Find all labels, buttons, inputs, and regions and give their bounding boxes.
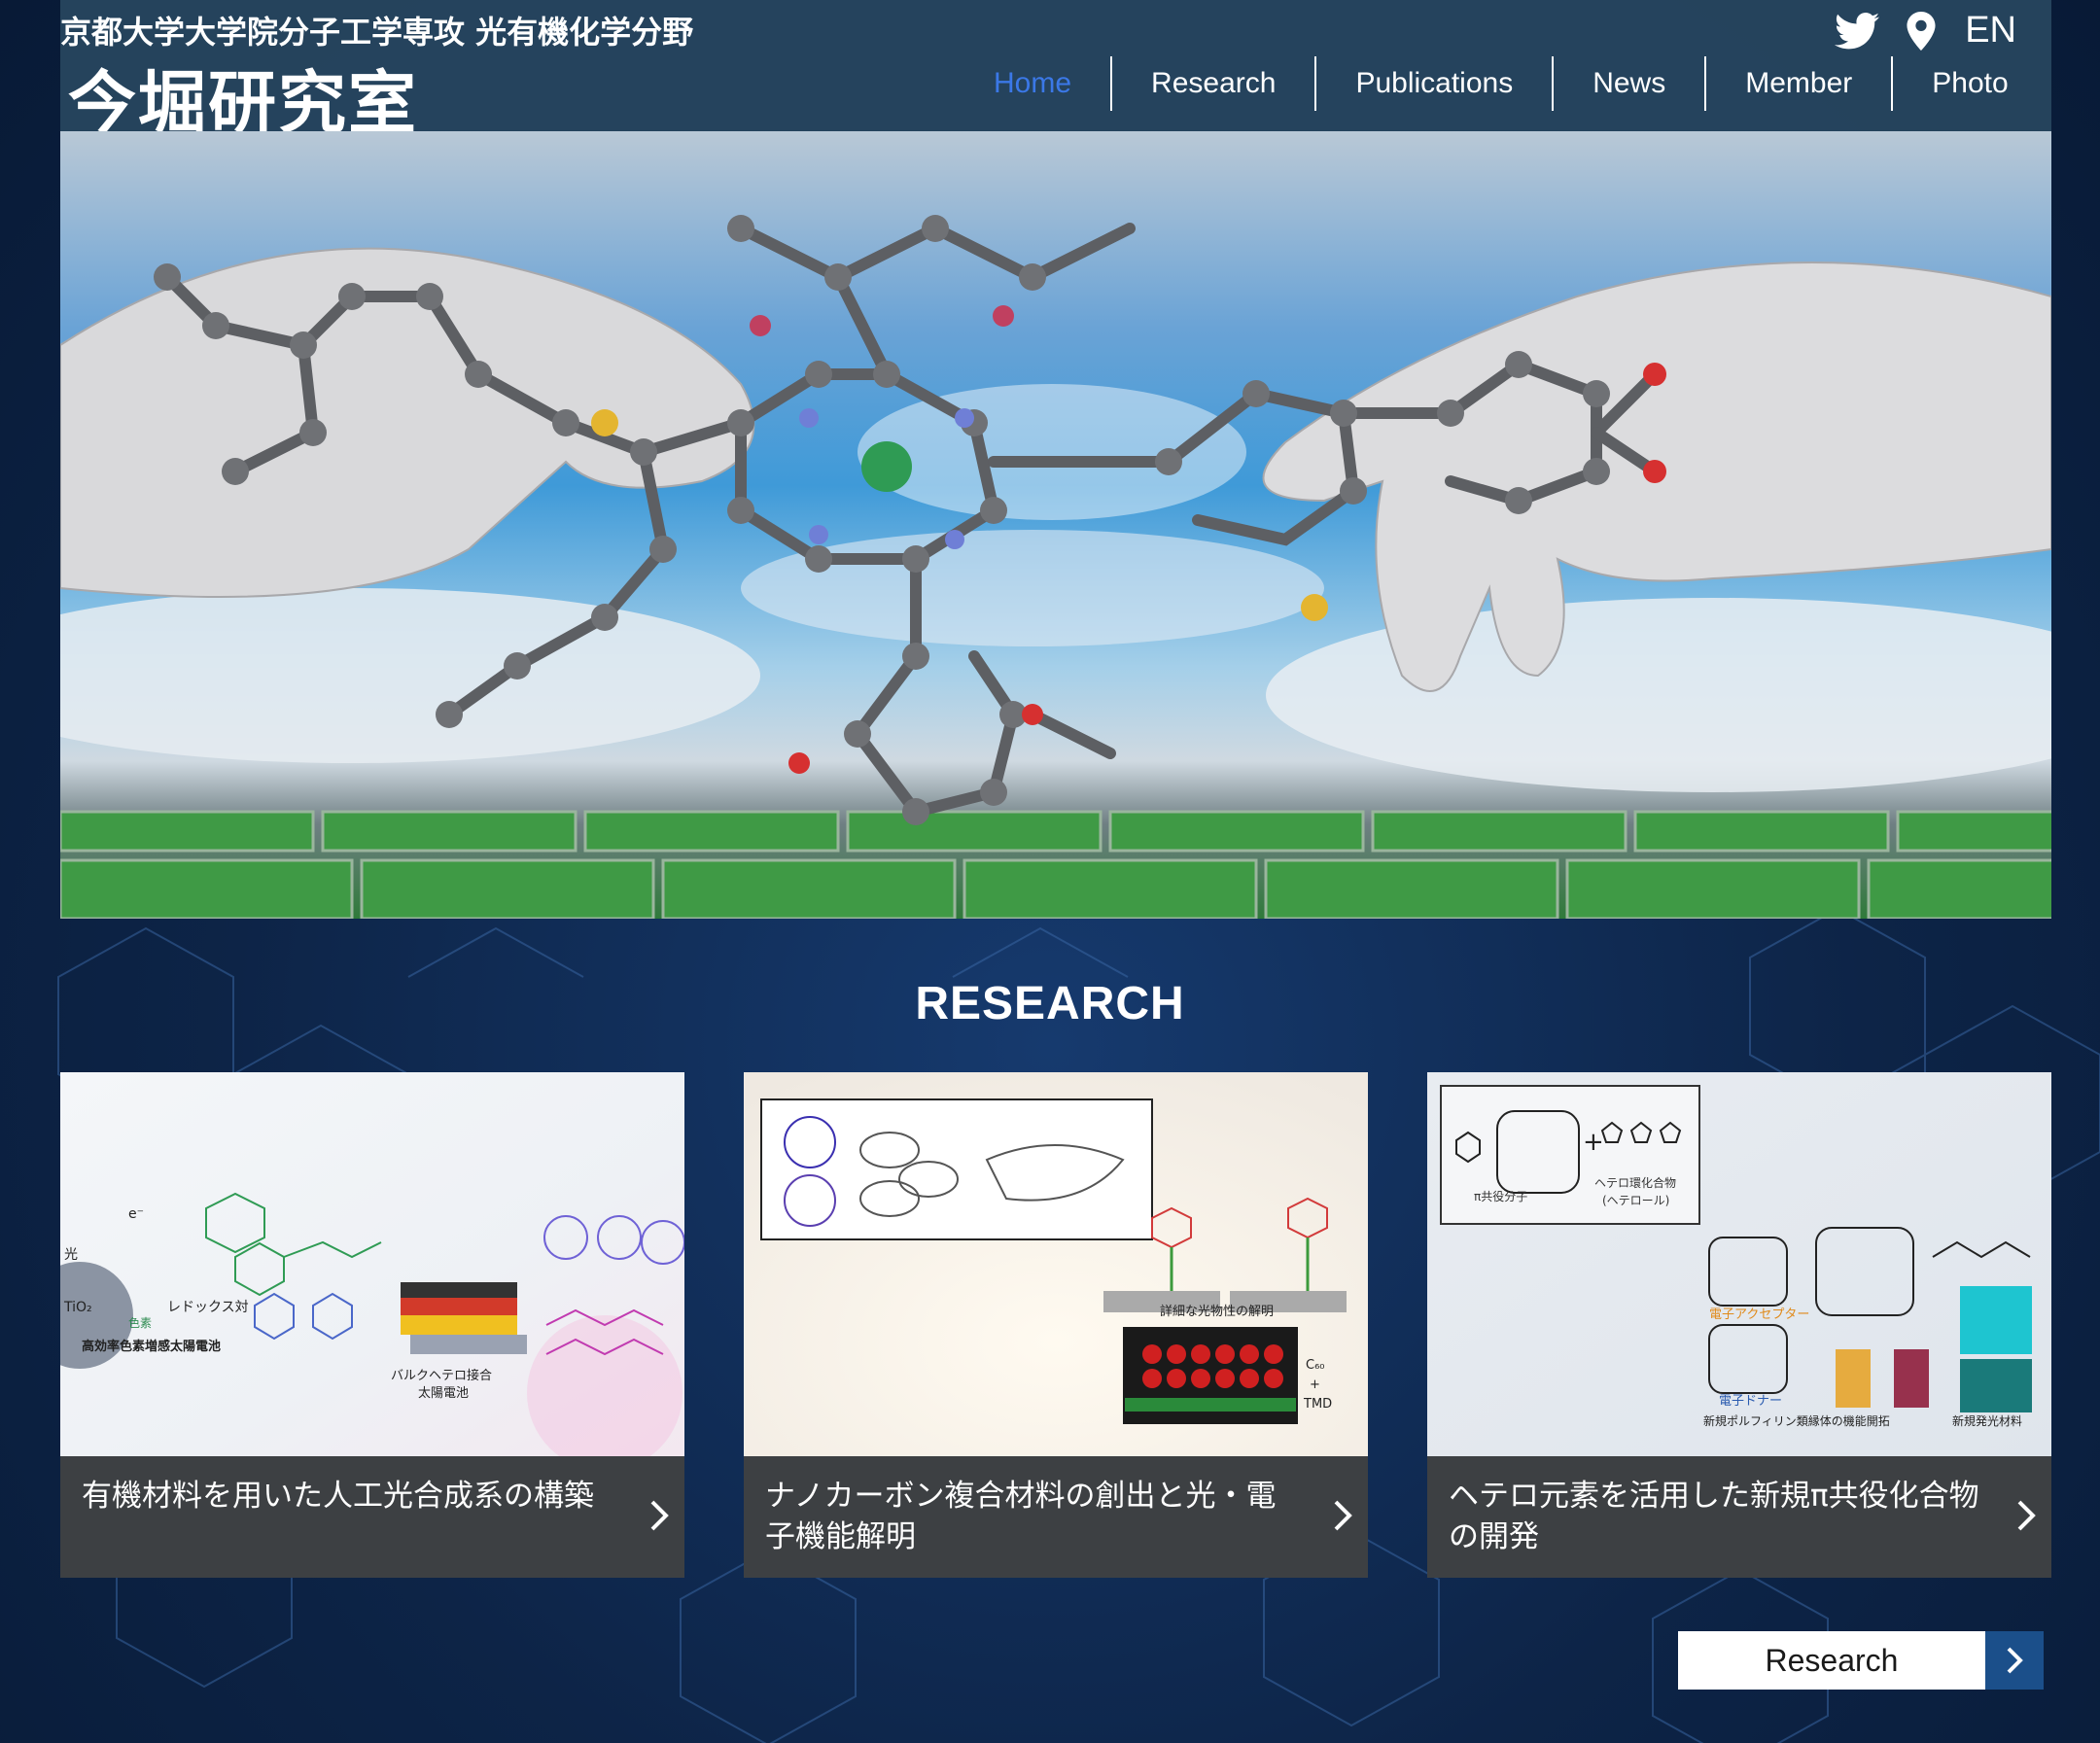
label-plus: + xyxy=(1310,1377,1320,1392)
label-acceptor: 電子アクセプター xyxy=(1709,1307,1809,1322)
label-heterole: (ヘテロール) xyxy=(1602,1194,1669,1207)
research-more-button[interactable]: Research xyxy=(1678,1631,2044,1690)
research-section-title: RESEARCH xyxy=(915,978,1185,1029)
label-dssc: 高効率色素増感太陽電池 xyxy=(82,1339,221,1354)
label-emissive: 新規発光材料 xyxy=(1952,1413,2022,1428)
twitter-icon[interactable] xyxy=(1835,12,1880,51)
header-utility-links: EN xyxy=(1807,10,2016,52)
card-image-photosynthesis: 光 TiO₂ e⁻ レドックス対 色素 高効率色素増感太陽電池 バルクヘテロ接合… xyxy=(60,1072,684,1456)
label-donor: 電子ドナー xyxy=(1719,1394,1782,1409)
chevron-right-icon xyxy=(2017,1500,2036,1531)
nav-news[interactable]: News xyxy=(1552,56,1704,111)
label-solar: 太陽電池 xyxy=(418,1386,469,1401)
label-redox: レドックス対 xyxy=(167,1300,249,1315)
card-caption[interactable]: 有機材料を用いた人工光合成系の構築 xyxy=(60,1456,684,1578)
label-heterocycle: ヘテロ環化合物 xyxy=(1594,1175,1676,1190)
research-card-nanocarbon[interactable]: 詳細な光物性の解明 C₆₀ + TMD ナノカーボン複合材料の創出と光・電子機能… xyxy=(744,1072,1368,1578)
language-switch[interactable]: EN xyxy=(1965,10,2016,52)
plus-sign-icon: + xyxy=(1583,1128,1604,1157)
site-subtitle: 京都大学大学院分子工学専攻 光有機化学分野 xyxy=(60,14,694,51)
card-image-nanocarbon: 詳細な光物性の解明 C₆₀ + TMD xyxy=(744,1072,1368,1456)
hero-illustration xyxy=(60,215,2051,919)
card-caption[interactable]: ヘテロ元素を活用した新規π共役化合物の開発 xyxy=(1427,1456,2051,1578)
research-card-heteroatom[interactable]: + π共役分子 ヘテロ環化合物 (ヘテロール) 電子アクセプター 電子ドナー 新… xyxy=(1427,1072,2051,1578)
nav-publications[interactable]: Publications xyxy=(1314,56,1552,111)
label-bulk: バルクヘテロ接合 xyxy=(391,1368,492,1383)
nav-photo[interactable]: Photo xyxy=(1891,56,2047,111)
label-electron: e⁻ xyxy=(128,1206,144,1222)
label-pi-conjugated: π共役分子 xyxy=(1474,1189,1527,1203)
card-caption[interactable]: ナノカーボン複合材料の創出と光・電子機能解明 xyxy=(744,1456,1368,1578)
nav-member[interactable]: Member xyxy=(1704,56,1891,111)
card-caption-text: ナノカーボン複合材料の創出と光・電子機能解明 xyxy=(765,1479,1277,1554)
chevron-right-icon xyxy=(1334,1500,1352,1531)
card-caption-text: ヘテロ元素を活用した新規π共役化合物の開発 xyxy=(1449,1479,1979,1554)
research-card-photosynthesis[interactable]: 光 TiO₂ e⁻ レドックス対 色素 高効率色素増感太陽電池 バルクヘテロ接合… xyxy=(60,1072,684,1578)
label-c60: C₆₀ xyxy=(1306,1358,1325,1373)
label-porphyrin: 新規ポルフィリン類縁体の機能開拓 xyxy=(1703,1413,1890,1428)
label-photophysics: 詳細な光物性の解明 xyxy=(1160,1304,1274,1319)
label-light: 光 xyxy=(64,1247,78,1263)
chevron-right-icon xyxy=(650,1500,669,1531)
site-header: 京都大学大学院分子工学専攻 光有機化学分野 今堀研究室 Home Researc… xyxy=(60,0,2051,143)
card-caption-text: 有機材料を用いた人工光合成系の構築 xyxy=(82,1479,594,1514)
label-dye: 色素 xyxy=(128,1316,152,1330)
hero-image xyxy=(60,131,2051,919)
research-button-label: Research xyxy=(1765,1643,1899,1678)
label-tio2: TiO₂ xyxy=(63,1300,92,1315)
label-tmd: TMD xyxy=(1303,1397,1332,1412)
chevron-right-icon xyxy=(1985,1631,2044,1690)
nav-research[interactable]: Research xyxy=(1110,56,1314,111)
main-nav: Home Research Publications News Member P… xyxy=(955,56,2048,111)
nav-home[interactable]: Home xyxy=(955,56,1110,111)
map-pin-icon[interactable] xyxy=(1907,11,1936,51)
card-image-heteroatom: + π共役分子 ヘテロ環化合物 (ヘテロール) 電子アクセプター 電子ドナー 新… xyxy=(1427,1072,2051,1456)
